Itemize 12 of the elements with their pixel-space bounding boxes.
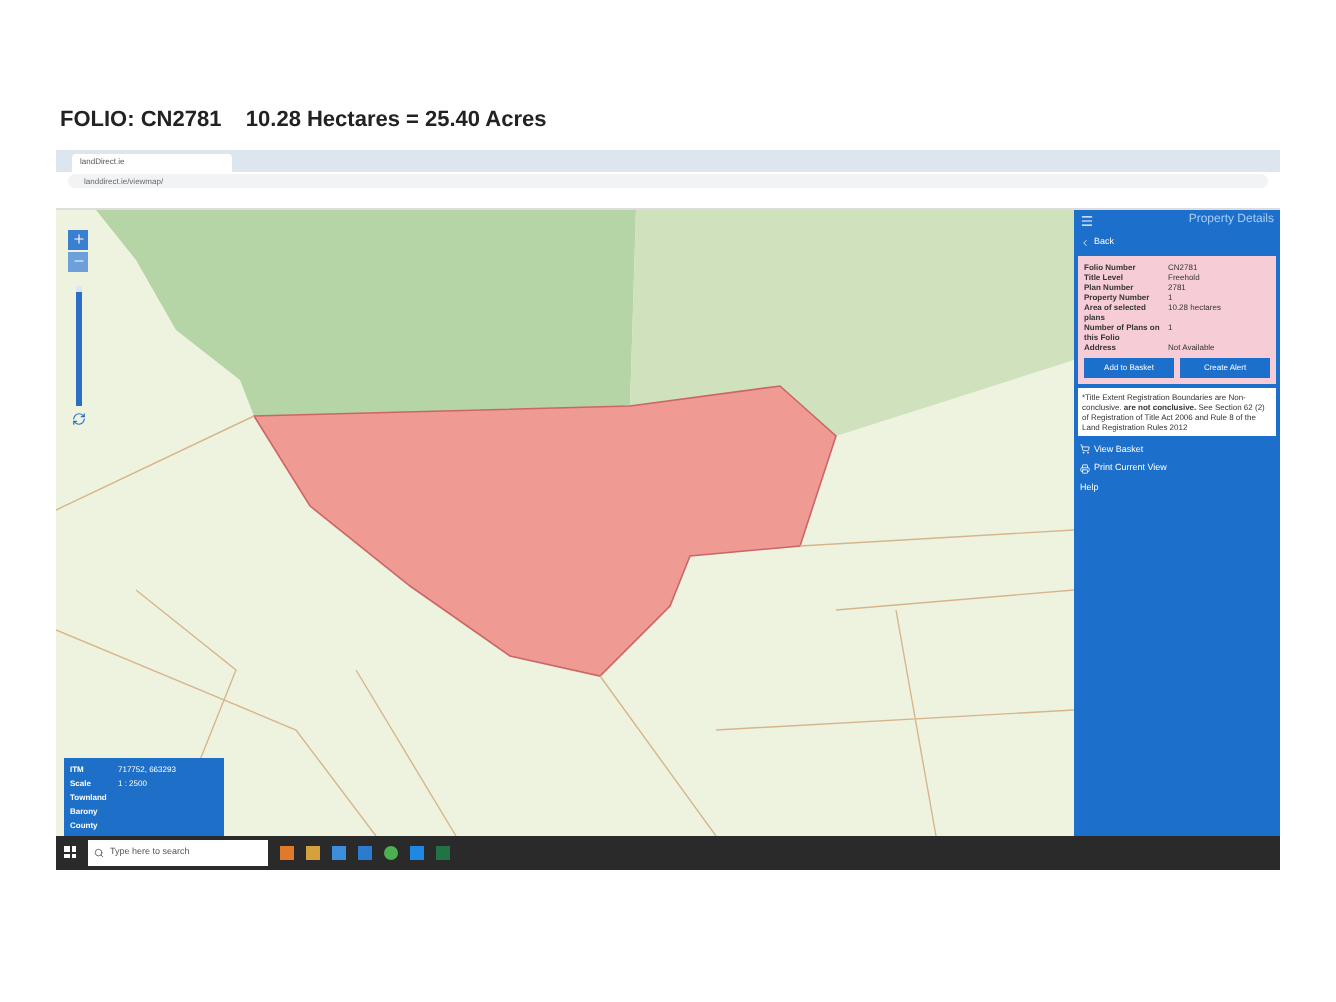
menu-icon[interactable] <box>1080 214 1094 228</box>
printer-icon <box>1080 464 1090 475</box>
windows-icon[interactable] <box>64 846 76 858</box>
page-heading: FOLIO: CN2781 10.28 Hectares = 25.40 Acres <box>60 106 549 136</box>
cart-icon <box>1080 444 1090 455</box>
chevron-left-icon <box>1080 237 1090 247</box>
zoom-in-button[interactable] <box>68 229 88 249</box>
plus-icon <box>71 232 85 246</box>
minus-icon <box>71 254 85 268</box>
refresh-icon[interactable] <box>71 411 85 425</box>
search-icon <box>94 847 104 857</box>
zoom-out-button[interactable] <box>68 251 88 271</box>
